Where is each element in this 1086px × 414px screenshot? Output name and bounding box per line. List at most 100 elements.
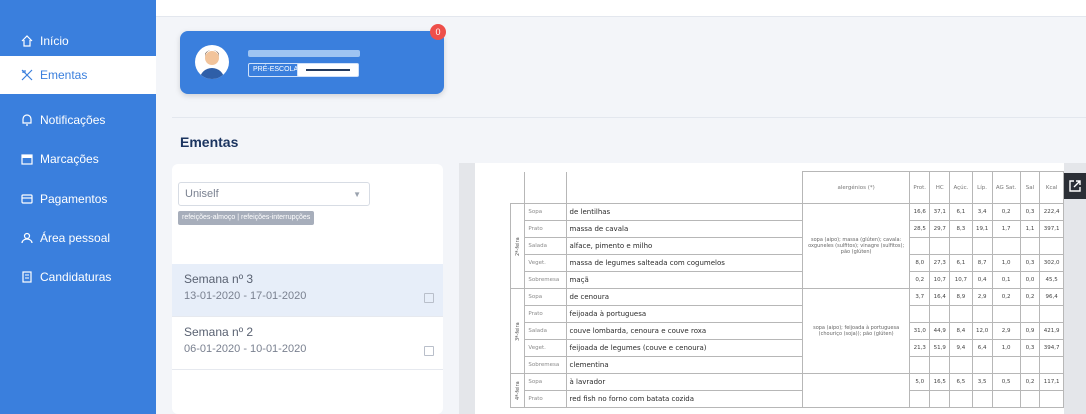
- class-field-redacted: [297, 63, 359, 77]
- col-header: Sal: [1019, 171, 1041, 204]
- sidebar-item-marcacoes[interactable]: Marcações: [0, 140, 156, 178]
- menu-row: Sobremesa maçã 0,2 10,7 10,7 0,4 0,1 0,0 45,5: [511, 271, 1064, 289]
- nutrition-value: 19,1: [971, 220, 993, 238]
- sidebar-item-notificacoes[interactable]: Notificações: [0, 101, 156, 139]
- dish-type: Salada: [524, 237, 567, 255]
- nutrition-value: 1,0: [991, 254, 1021, 272]
- nutrition-value: [991, 356, 1021, 374]
- nutrition-value: 0,2: [991, 203, 1021, 221]
- nutrition-value: [949, 356, 973, 374]
- col-header: Kcal: [1039, 171, 1064, 204]
- nutrition-value: [991, 390, 1021, 408]
- open-external-button[interactable]: [1064, 173, 1086, 199]
- nutrition-value: 0,2: [991, 288, 1021, 306]
- nutrition-value: [929, 237, 951, 255]
- calendar-icon: [424, 346, 434, 356]
- menu-row: 4ª-feira Sopa à lavrador 5,0 16,5 6,5 3,5 0,5 0,…: [510, 373, 1064, 408]
- sidebar-item-pagamentos[interactable]: Pagamentos: [0, 180, 156, 218]
- nutrition-value: 0,9: [1019, 322, 1041, 340]
- avatar: [195, 45, 229, 79]
- sidebar-item-label: Início: [40, 34, 69, 48]
- nutrition-value: 0,3: [1019, 254, 1041, 272]
- notification-badge[interactable]: 0: [430, 24, 446, 40]
- nutrition-value: [909, 356, 931, 374]
- nutrition-value: 1,0: [991, 339, 1021, 357]
- external-link-icon: [1069, 180, 1081, 192]
- nutrition-value: 0,4: [971, 271, 993, 289]
- sidebar: Início Ementas Notificações Marcações Pa…: [0, 0, 156, 414]
- sidebar-item-label: Candidaturas: [40, 270, 112, 284]
- menu-row: Veget. feijoada de legumes (couve e cenou…: [511, 339, 1064, 357]
- sidebar-item-label: Área pessoal: [40, 231, 111, 245]
- nutrition-value: [1019, 356, 1041, 374]
- dish-name: maçã: [565, 271, 804, 289]
- nutrition-value: [929, 305, 951, 323]
- nutrition-value: 9,4: [949, 339, 973, 357]
- header-divider: [172, 117, 1086, 118]
- nutrition-value: 12,0: [971, 322, 993, 340]
- week-item-2[interactable]: Semana nº 2 06-01-2020 - 10-01-2020: [172, 317, 443, 370]
- document-icon: [22, 271, 32, 283]
- nutrition-value: [971, 305, 993, 323]
- dish-type: Sopa: [524, 203, 567, 221]
- home-icon: [21, 35, 33, 47]
- allergens-cell: [802, 373, 911, 408]
- sidebar-item-inicio[interactable]: Início: [0, 22, 156, 60]
- nutrition-value: [971, 237, 993, 255]
- nutrition-value: [1039, 390, 1064, 408]
- nutrition-value: [929, 356, 951, 374]
- nutrition-value: 6,1: [949, 254, 973, 272]
- allergens-cell: sopa (aipo); massa (glúten); cavala: oxg…: [802, 203, 911, 289]
- nutrition-value: 8,0: [909, 254, 931, 272]
- dish-name: feijoada de legumes (couve e cenoura): [565, 339, 804, 357]
- dish-type: Sopa: [524, 288, 567, 306]
- student-name-redacted: [248, 50, 360, 57]
- utensils-icon: [21, 69, 33, 81]
- nutrition-value: [949, 390, 973, 408]
- nutrition-value: 0,2: [909, 271, 931, 289]
- dish-type: Prato: [524, 390, 567, 408]
- sidebar-item-ementas[interactable]: Ementas: [0, 56, 156, 94]
- sidebar-item-label: Notificações: [40, 113, 106, 127]
- nutrition-value: [1039, 305, 1064, 323]
- nutrition-value: 16,4: [929, 288, 951, 306]
- nutrition-value: [909, 390, 931, 408]
- nutrition-value: 0,2: [1019, 288, 1041, 306]
- dish-name: de cenoura: [565, 288, 804, 306]
- sidebar-item-candidaturas[interactable]: Candidaturas: [0, 258, 156, 296]
- week-item-3[interactable]: Semana nº 3 13-01-2020 - 17-01-2020: [172, 264, 443, 317]
- calendar-icon: [424, 293, 434, 303]
- nutrition-value: 3,4: [971, 203, 993, 221]
- nutrition-value: 3,5: [971, 373, 993, 391]
- meal-tags[interactable]: refeições-almoço | refeições-interrupçõe…: [178, 211, 315, 225]
- week-title: Semana nº 2: [184, 325, 254, 339]
- sidebar-item-label: Marcações: [40, 152, 99, 166]
- nutrition-value: 45,5: [1039, 271, 1064, 289]
- nutrition-value: 222,4: [1039, 203, 1064, 221]
- nutrition-value: [1039, 356, 1064, 374]
- page-title: Ementas: [180, 134, 239, 150]
- nutrition-value: 27,3: [929, 254, 951, 272]
- col-header: Líp.: [971, 171, 993, 204]
- menu-document: alergénios (*) Prot. HC Açúc. Líp. AG Sa…: [475, 163, 1064, 414]
- menu-row: Prato massa de cavala 28,5 29,7 8,3 19,1 1,7 1,…: [511, 220, 1064, 238]
- nutrition-value: 117,1: [1039, 373, 1064, 391]
- nutrition-value: [949, 305, 973, 323]
- nutrition-value: 29,7: [929, 220, 951, 238]
- col-header: HC: [929, 171, 951, 204]
- nutrition-value: 8,3: [949, 220, 973, 238]
- nutrition-value: 8,7: [971, 254, 993, 272]
- sidebar-item-label: Ementas: [40, 68, 88, 82]
- sidebar-item-area-pessoal[interactable]: Área pessoal: [0, 219, 156, 257]
- menu-row: Salada alface, pimento e milho: [511, 237, 1064, 255]
- profile-card[interactable]: PRÉ-ESCOLAR: [180, 31, 444, 94]
- col-header: AG Sat.: [991, 171, 1021, 204]
- week-dates: 13-01-2020 - 17-01-2020: [184, 290, 307, 302]
- nutrition-value: 8,4: [949, 322, 973, 340]
- dish-type: Sobremesa: [524, 271, 567, 289]
- provider-select[interactable]: Uniself ▼: [178, 182, 370, 206]
- nutrition-value: [949, 237, 973, 255]
- nutrition-value: 6,5: [949, 373, 973, 391]
- nutrition-value: 16,6: [909, 203, 931, 221]
- dish-name: feijoada à portuguesa: [565, 305, 804, 323]
